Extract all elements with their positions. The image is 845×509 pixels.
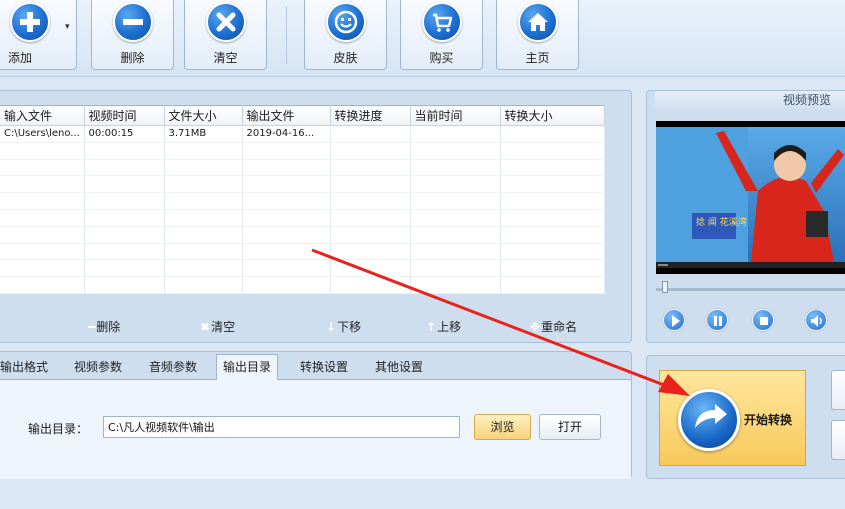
annotation-arrow: [311, 248, 690, 396]
